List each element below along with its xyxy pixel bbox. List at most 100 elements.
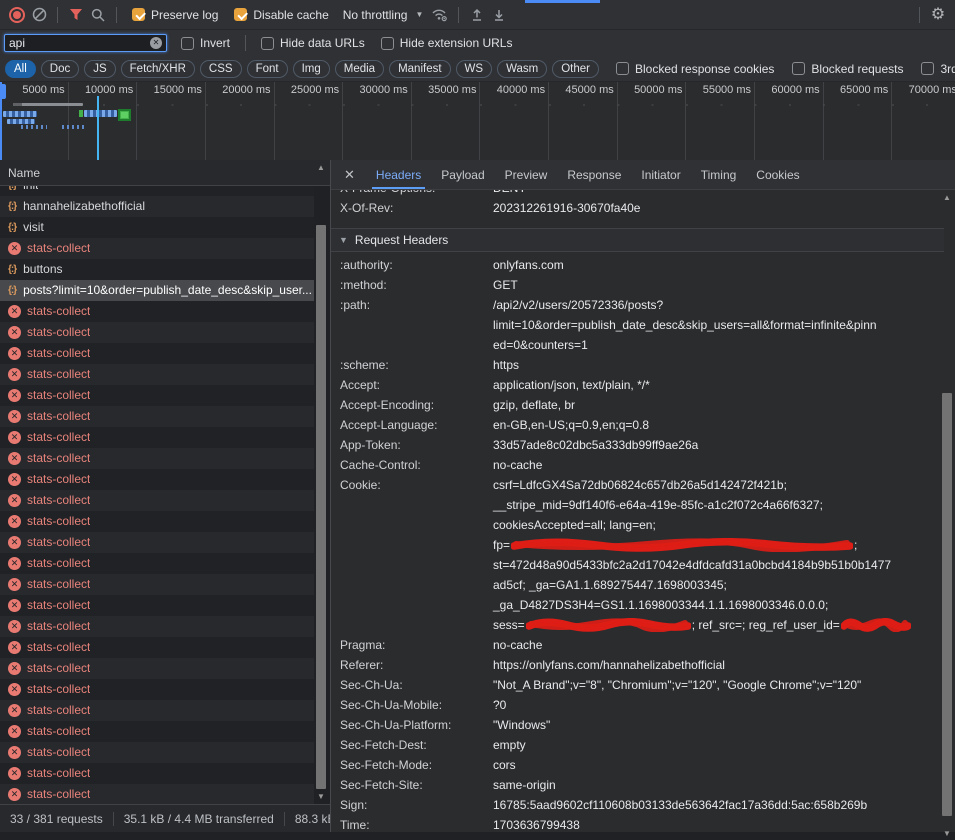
tab-preview[interactable]: Preview (495, 161, 558, 189)
close-icon[interactable]: ✕ (331, 167, 366, 183)
overview-tick-label: 35000 ms (428, 84, 476, 96)
tab-payload[interactable]: Payload (431, 161, 494, 189)
search-button[interactable] (87, 4, 109, 26)
throttling-dropdown[interactable]: No throttling ▼ (343, 8, 424, 22)
filter-pill-manifest[interactable]: Manifest (389, 60, 450, 78)
clear-filter-icon[interactable]: ✕ (150, 37, 162, 49)
tab-response[interactable]: Response (557, 161, 631, 189)
scroll-up-icon[interactable]: ▲ (940, 192, 954, 204)
request-row[interactable]: ✕stats-collect (0, 595, 314, 616)
filter-pill-js[interactable]: JS (84, 60, 115, 78)
filter-pill-doc[interactable]: Doc (41, 60, 79, 78)
overview-column: 55000 ms (686, 82, 755, 160)
error-icon: ✕ (8, 620, 21, 633)
export-har-button[interactable] (488, 4, 510, 26)
header-row: X-Of-Rev:202312261916-30670fa40e (331, 198, 944, 218)
name-column-header[interactable]: Name (0, 160, 330, 186)
request-row[interactable]: ✕stats-collect (0, 448, 314, 469)
header-value: https://onlyfans.com/hannahelizabethoffi… (493, 655, 944, 675)
record-button[interactable] (6, 4, 28, 26)
blocked-requests-checkbox[interactable]: Blocked requests (792, 62, 903, 76)
filter-pill-fetch-xhr[interactable]: Fetch/XHR (121, 60, 195, 78)
filter-pill-all[interactable]: All (5, 60, 36, 78)
filter-pill-css[interactable]: CSS (200, 60, 242, 78)
request-list-scrollbar[interactable]: ▲ ▼ (314, 162, 328, 803)
tab-initiator[interactable]: Initiator (631, 161, 690, 189)
request-row[interactable]: ✕stats-collect (0, 784, 314, 805)
request-row[interactable]: ✕stats-collect (0, 385, 314, 406)
hide-extension-urls-checkbox[interactable]: Hide extension URLs (381, 36, 513, 50)
request-row[interactable]: ✕stats-collect (0, 364, 314, 385)
import-har-button[interactable] (466, 4, 488, 26)
overview-tick-label: 70000 ms (909, 84, 955, 96)
filter-pill-other[interactable]: Other (552, 60, 599, 78)
request-row[interactable]: {:}init (0, 186, 314, 196)
request-row[interactable]: {:}visit (0, 217, 314, 238)
settings-button[interactable]: ⚙ (927, 4, 949, 26)
error-icon: ✕ (8, 515, 21, 528)
error-icon: ✕ (8, 599, 21, 612)
request-row[interactable]: ✕stats-collect (0, 574, 314, 595)
request-row[interactable]: ✕stats-collect (0, 343, 314, 364)
network-overview-timeline[interactable]: 5000 ms10000 ms15000 ms20000 ms25000 ms3… (0, 82, 955, 161)
request-row[interactable]: ✕stats-collect (0, 553, 314, 574)
hide-data-urls-checkbox[interactable]: Hide data URLs (261, 36, 365, 50)
xhr-icon: {:} (8, 259, 16, 280)
filter-pill-media[interactable]: Media (335, 60, 384, 78)
request-name: stats-collect (27, 679, 90, 700)
request-headers-section[interactable]: ▼ Request Headers (331, 228, 944, 252)
request-row[interactable]: ✕stats-collect (0, 721, 314, 742)
header-value-line: csrf=LdfcGX4Sa72db06824c657db26a5d142472… (493, 475, 944, 495)
filter-input[interactable] (9, 36, 150, 50)
request-row[interactable]: {:}posts?limit=10&order=publish_date_des… (0, 280, 314, 301)
filter-button[interactable] (65, 4, 87, 26)
request-row[interactable]: ✕stats-collect (0, 427, 314, 448)
request-row[interactable]: {:}buttons (0, 259, 314, 280)
preserve-log-checkbox[interactable]: Preserve log (132, 8, 218, 22)
filter-pill-img[interactable]: Img (293, 60, 330, 78)
header-name: :authority: (331, 255, 493, 275)
scroll-down-icon[interactable]: ▼ (314, 791, 328, 803)
request-row[interactable]: ✕stats-collect (0, 469, 314, 490)
request-row[interactable]: ✕stats-collect (0, 763, 314, 784)
request-row[interactable]: ✕stats-collect (0, 532, 314, 553)
network-conditions-button[interactable] (429, 4, 451, 26)
header-row: :scheme:https (331, 355, 944, 375)
scrollbar-thumb[interactable] (316, 225, 326, 789)
request-row[interactable]: ✕stats-collect (0, 658, 314, 679)
request-row[interactable]: ✕stats-collect (0, 700, 314, 721)
clear-icon (32, 7, 47, 22)
request-row[interactable]: ✕stats-collect (0, 616, 314, 637)
header-name: :scheme: (331, 355, 493, 375)
filter-pill-font[interactable]: Font (247, 60, 288, 78)
request-row[interactable]: ✕stats-collect (0, 637, 314, 658)
request-row[interactable]: ✕stats-collect (0, 238, 314, 259)
request-row[interactable]: ✕stats-collect (0, 301, 314, 322)
network-conditions-icon (431, 7, 449, 22)
request-row[interactable]: ✕stats-collect (0, 322, 314, 343)
request-row[interactable]: ✕stats-collect (0, 490, 314, 511)
clear-button[interactable] (28, 4, 50, 26)
tab-headers[interactable]: Headers (366, 161, 431, 189)
scroll-up-icon[interactable]: ▲ (314, 162, 328, 174)
blocked-response-cookies-checkbox[interactable]: Blocked response cookies (616, 62, 774, 76)
tab-cookies[interactable]: Cookies (746, 161, 809, 189)
request-row[interactable]: ✕stats-collect (0, 742, 314, 763)
filter-pill-ws[interactable]: WS (456, 60, 493, 78)
filter-pill-wasm[interactable]: Wasm (497, 60, 547, 78)
request-row[interactable]: ✕stats-collect (0, 511, 314, 532)
details-scrollbar[interactable]: ▲ ▼ (940, 190, 954, 832)
disable-cache-checkbox[interactable]: Disable cache (234, 8, 328, 22)
error-icon: ✕ (8, 746, 21, 759)
tab-timing[interactable]: Timing (691, 161, 747, 189)
overview-drag-handle[interactable] (0, 84, 6, 99)
scrollbar-thumb[interactable] (942, 393, 952, 816)
header-value: gzip, deflate, br (493, 395, 944, 415)
scroll-down-icon[interactable]: ▼ (940, 828, 954, 840)
third-party-requests-checkbox[interactable]: 3rd-party requests (921, 62, 955, 76)
error-icon: ✕ (8, 410, 21, 423)
request-row[interactable]: ✕stats-collect (0, 406, 314, 427)
request-row[interactable]: {:}hannahelizabethofficial (0, 196, 314, 217)
invert-checkbox[interactable]: Invert (181, 36, 230, 50)
request-row[interactable]: ✕stats-collect (0, 679, 314, 700)
